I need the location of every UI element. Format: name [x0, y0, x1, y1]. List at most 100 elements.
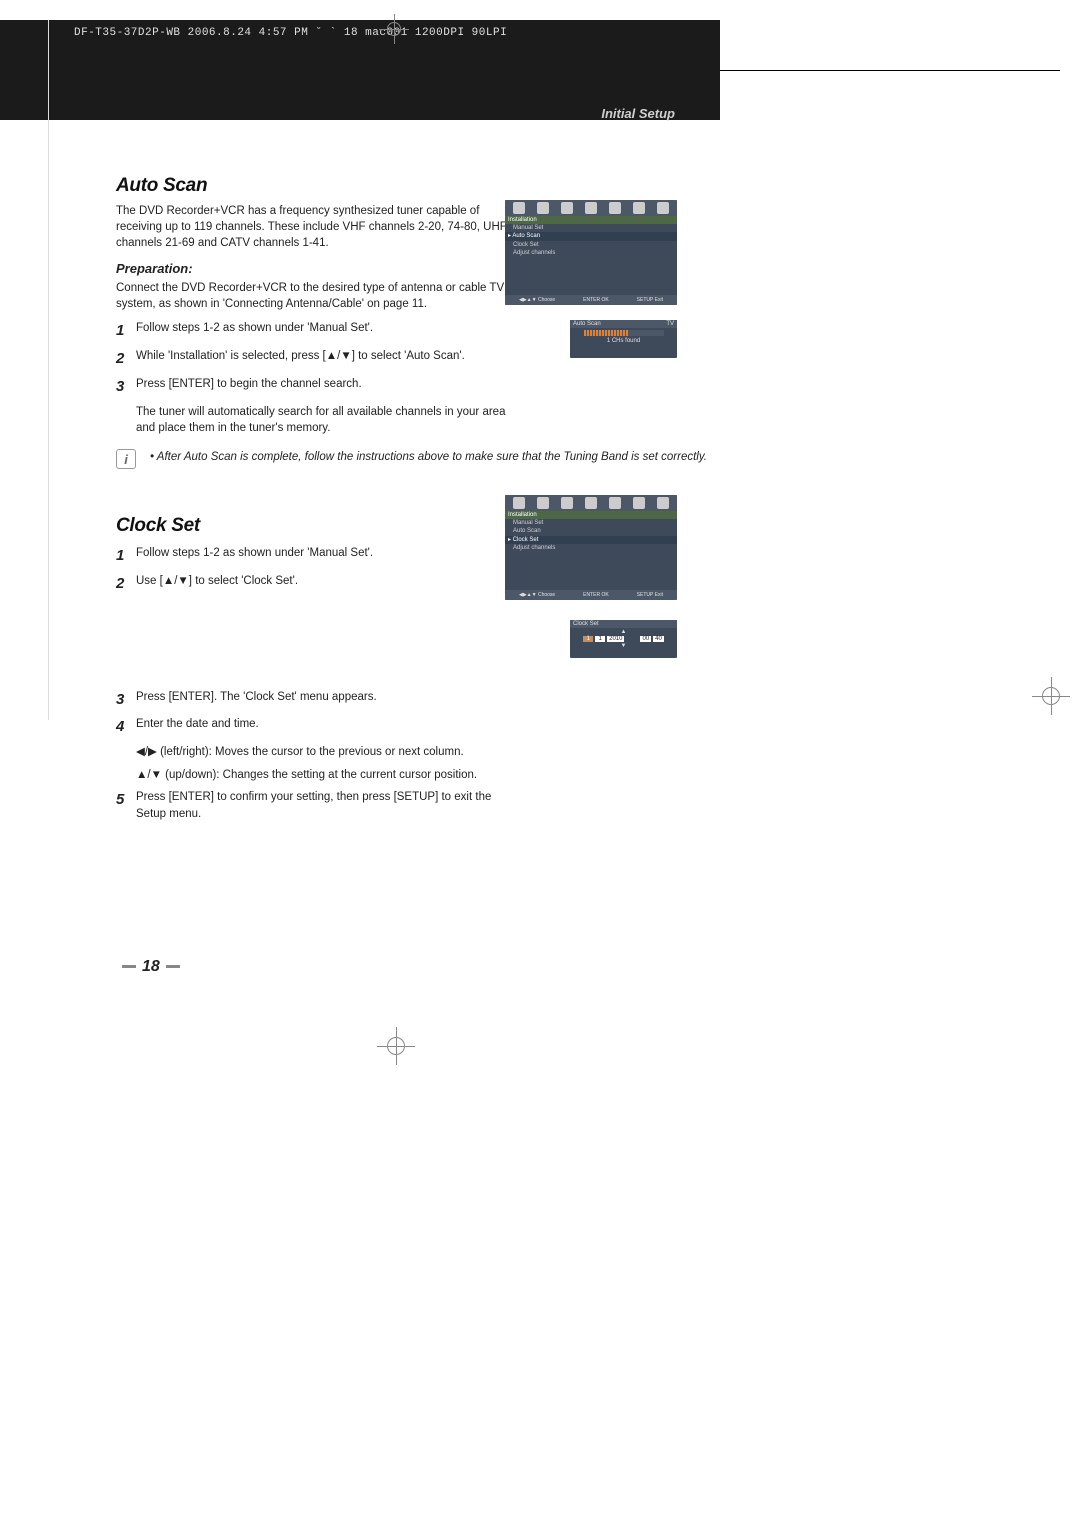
step-number: 1 [116, 545, 136, 567]
progress-bar [584, 330, 664, 336]
step-text: While 'Installation' is selected, press … [136, 348, 516, 370]
clock-field: 2010 [607, 636, 624, 642]
osd-menu-item-selected: Clock Set [505, 536, 677, 544]
clock-field: 00 [640, 636, 651, 642]
osd-footer-hint: SETUP Exit [637, 297, 663, 303]
osd-clockset-panel: Clock Set ▲ 1 1 2010 00 40 ▼ [570, 620, 677, 658]
info-icon: i [116, 449, 136, 469]
preparation-label: Preparation: [116, 261, 806, 276]
note-body: After Auto Scan is complete, follow the … [157, 451, 707, 463]
step-text: Press [ENTER] to begin the channel searc… [136, 376, 516, 398]
osd-footer: ◀▶▲▼ Choose ENTER OK SETUP Exit [505, 590, 677, 600]
step-row: 3 Press [ENTER]. The 'Clock Set' menu ap… [116, 689, 516, 711]
osd-menu-item: Manual Set [505, 224, 677, 232]
osd-icon [537, 497, 549, 509]
note-text: • After Auto Scan is complete, follow th… [150, 451, 707, 463]
crop-line [720, 70, 1060, 71]
osd-icon [585, 202, 597, 214]
preparation-text: Connect the DVD Recorder+VCR to the desi… [116, 280, 516, 312]
step-number: 3 [116, 689, 136, 711]
step-number: 4 [116, 716, 136, 738]
osd-icon [513, 497, 525, 509]
clock-field: 1 [583, 636, 593, 642]
osd-progress-title: Auto Scan TV [570, 320, 677, 328]
step-text: Follow steps 1-2 as shown under 'Manual … [136, 545, 516, 567]
note-row: i • After Auto Scan is complete, follow … [116, 451, 806, 471]
osd-menu-item: Adjust channels [505, 249, 677, 257]
down-arrow-icon: ▼ [570, 643, 677, 649]
osd-icon [537, 202, 549, 214]
section-title-clockset: Clock Set [116, 515, 806, 537]
osd-footer-hint: ◀▶▲▼ Choose [519, 297, 555, 303]
osd-toolbar [505, 200, 677, 216]
page-content: Auto Scan The DVD Recorder+VCR has a fre… [116, 175, 806, 829]
osd-menu-item: Clock Set [505, 241, 677, 249]
file-info-text: DF-T35-37D2P-WB 2006.8.24 4:57 PM ˘ ` 18… [74, 27, 507, 39]
registration-mark-icon [385, 20, 403, 38]
osd-installation-autoscan: Installation Manual Set Auto Scan Clock … [505, 200, 677, 305]
step-number: 2 [116, 348, 136, 370]
step-row: 1 Follow steps 1-2 as shown under 'Manua… [116, 545, 516, 567]
clockset-steps: 1 Follow steps 1-2 as shown under 'Manua… [116, 545, 516, 823]
step-row: 5 Press [ENTER] to confirm your setting,… [116, 789, 516, 822]
osd-footer-hint: ENTER OK [583, 592, 609, 598]
breadcrumb: Initial Setup [601, 106, 675, 121]
osd-icon [633, 202, 645, 214]
osd-footer-hint: ENTER OK [583, 297, 609, 303]
step-text: Press [ENTER]. The 'Clock Set' menu appe… [136, 689, 516, 711]
clock-field: 40 [653, 636, 664, 642]
osd-menu: Manual Set Auto Scan Clock Set Adjust ch… [505, 224, 677, 258]
section-title-autoscan: Auto Scan [116, 175, 806, 197]
osd-autoscan-progress: Auto Scan TV 1 CHs found [570, 320, 677, 358]
step-sub-a: ◀/▶ (left/right): Moves the cursor to th… [136, 744, 516, 761]
clock-field: 1 [595, 636, 605, 642]
osd-footer-hint: ◀▶▲▼ Choose [519, 592, 555, 598]
up-arrow-icon: ▲ [570, 629, 677, 635]
step-number: 1 [116, 320, 136, 342]
osd-icon [513, 202, 525, 214]
osd-installation-clockset: Installation Manual Set Auto Scan Clock … [505, 495, 677, 600]
step-row: 2 While 'Installation' is selected, pres… [116, 348, 516, 370]
progress-title-text: Auto Scan [573, 321, 601, 327]
step-row: 3 Press [ENTER] to begin the channel sea… [116, 376, 516, 398]
page-number: 18 [116, 958, 186, 976]
osd-icon [609, 497, 621, 509]
osd-section-label: Installation [505, 216, 677, 224]
osd-footer: ◀▶▲▼ Choose ENTER OK SETUP Exit [505, 295, 677, 305]
step-extra-text: The tuner will automatically search for … [136, 404, 516, 437]
progress-status-text: 1 CHs found [574, 338, 673, 344]
osd-icon [585, 497, 597, 509]
step-row: 1 Follow steps 1-2 as shown under 'Manua… [116, 320, 516, 342]
osd-menu-item: Adjust channels [505, 544, 677, 552]
crop-line-left [48, 20, 49, 720]
osd-menu-item: Auto Scan [505, 527, 677, 535]
osd-icon [609, 202, 621, 214]
intro-text: The DVD Recorder+VCR has a frequency syn… [116, 203, 516, 251]
osd-toolbar [505, 495, 677, 511]
step-text: Use [▲/▼] to select 'Clock Set'. [136, 573, 516, 595]
registration-mark-icon [1040, 685, 1062, 707]
step-text: Enter the date and time. [136, 716, 516, 738]
osd-icon [657, 202, 669, 214]
step-text: Follow steps 1-2 as shown under 'Manual … [136, 320, 516, 342]
osd-section-label: Installation [505, 511, 677, 519]
clock-panel-title: Clock Set [570, 620, 677, 628]
osd-icon [561, 202, 573, 214]
autoscan-steps: 1 Follow steps 1-2 as shown under 'Manua… [116, 320, 516, 437]
registration-mark-icon [385, 1035, 407, 1057]
step-sub-b: ▲/▼ (up/down): Changes the setting at th… [136, 767, 516, 784]
osd-menu: Manual Set Auto Scan Clock Set Adjust ch… [505, 519, 677, 553]
osd-menu-item: Manual Set [505, 519, 677, 527]
step-row: 4 Enter the date and time. [116, 716, 516, 738]
osd-icon [657, 497, 669, 509]
step-number: 3 [116, 376, 136, 398]
step-row: 2 Use [▲/▼] to select 'Clock Set'. [116, 573, 516, 595]
osd-icon [561, 497, 573, 509]
step-number: 2 [116, 573, 136, 595]
step-number: 5 [116, 789, 136, 822]
osd-menu-item-selected: Auto Scan [505, 232, 677, 240]
step-text: Press [ENTER] to confirm your setting, t… [136, 789, 516, 822]
progress-right-text: TV [666, 321, 674, 327]
osd-footer-hint: SETUP Exit [637, 592, 663, 598]
clock-fields: 1 1 2010 00 40 [570, 636, 677, 642]
